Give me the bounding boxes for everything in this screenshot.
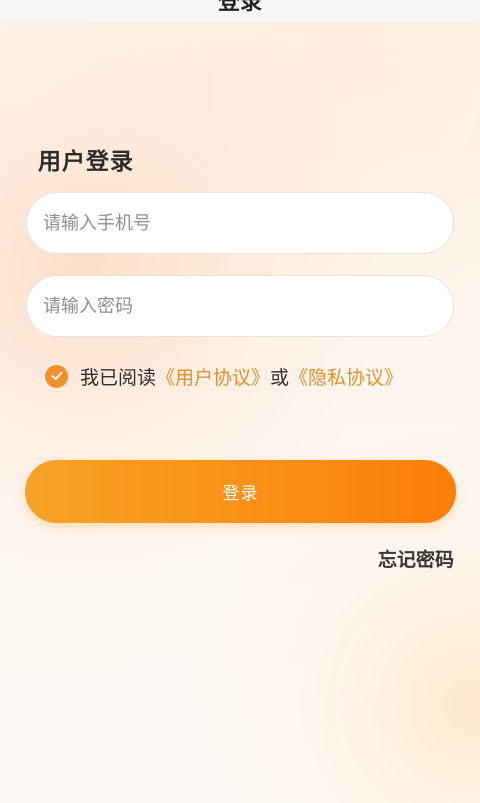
password-field[interactable] — [26, 275, 454, 337]
agreement-prefix: 我已阅读 — [80, 366, 157, 389]
page-title: 用户登录 — [38, 149, 134, 175]
page-background — [0, 0, 480, 803]
agreement-joiner: 或 — [270, 366, 290, 389]
user-agreement-link[interactable]: 《用户协议》 — [156, 367, 270, 389]
privacy-policy-link[interactable]: 《隐私协议》 — [289, 367, 403, 389]
forgot-password-link[interactable]: 忘记密码 — [378, 545, 454, 572]
top-bar: 登录 — [0, 0, 480, 22]
password-input[interactable] — [27, 276, 453, 336]
phone-field[interactable] — [26, 192, 454, 254]
phone-input[interactable] — [27, 193, 453, 253]
top-bar-title: 登录 — [217, 0, 262, 15]
agreement-checkbox[interactable] — [45, 364, 68, 388]
check-icon — [51, 371, 62, 380]
agreement-row: 我已阅读《用户协议》或《隐私协议》 — [45, 362, 403, 390]
login-button[interactable]: 登录 — [25, 460, 456, 523]
agreement-text: 我已阅读《用户协议》或《隐私协议》 — [80, 363, 403, 390]
